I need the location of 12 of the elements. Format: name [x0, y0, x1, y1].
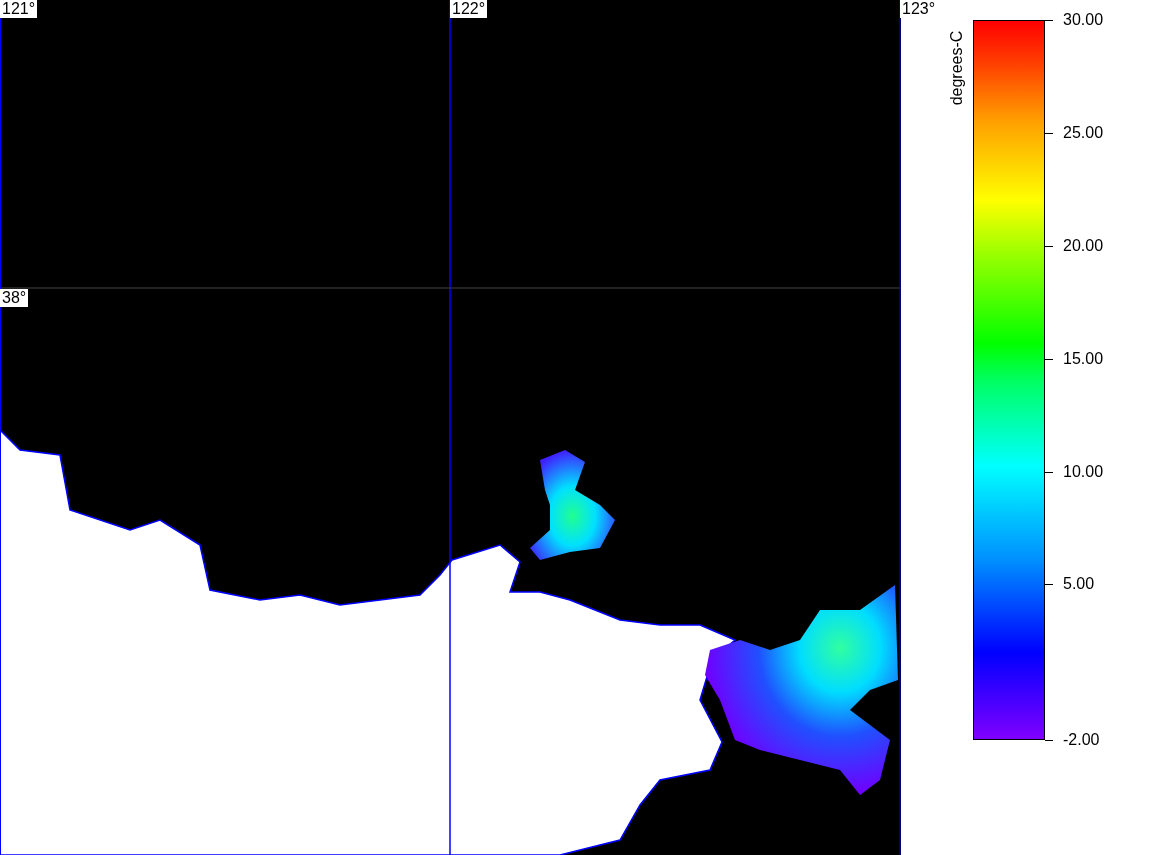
colorbar-tick-label: -2.00: [1063, 731, 1100, 749]
colorbar-tick-label: 30.00: [1063, 11, 1104, 29]
colorbar-tick-label: 20.00: [1063, 237, 1104, 255]
colorbar-tick-label: 10.00: [1063, 463, 1104, 481]
colorbar-title: degrees-C: [948, 30, 966, 106]
longitude-label: 121°: [0, 0, 38, 18]
longitude-label: 122°: [450, 0, 488, 18]
colorbar-tick-label: 25.00: [1063, 124, 1104, 142]
longitude-label: 123°: [900, 0, 938, 18]
latitude-label: 38°: [0, 289, 29, 307]
colorbar-tick-label: 5.00: [1063, 575, 1095, 593]
colorbar-tick-label: 15.00: [1063, 350, 1104, 368]
